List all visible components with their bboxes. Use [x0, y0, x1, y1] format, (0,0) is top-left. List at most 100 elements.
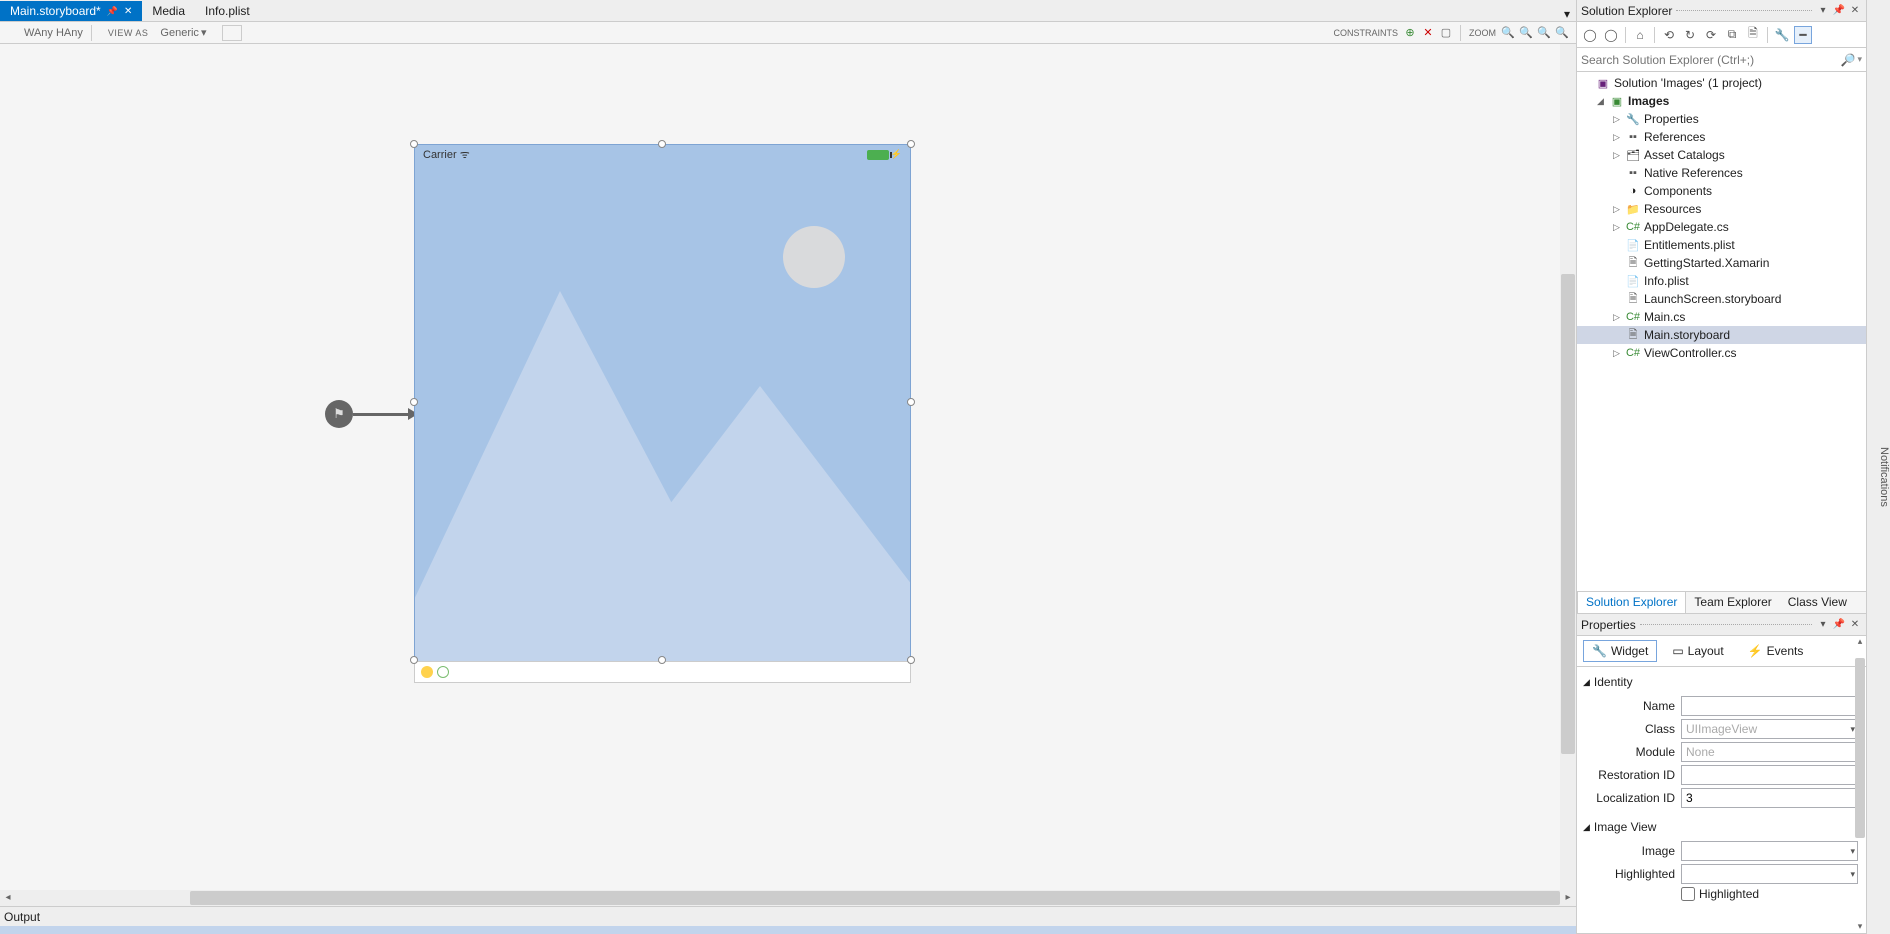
exit-icon[interactable]: [437, 666, 449, 678]
tab-layout[interactable]: ▭ Layout: [1663, 640, 1732, 662]
add-constraint-icon[interactable]: ⊕: [1402, 25, 1418, 41]
remove-constraint-icon[interactable]: ✕: [1420, 25, 1436, 41]
device-picker[interactable]: Generic ▾: [156, 25, 210, 40]
home-icon[interactable]: ⌂: [1631, 26, 1649, 44]
scrollbar-thumb[interactable]: [190, 891, 1560, 905]
search-icon[interactable]: 🔎: [1841, 53, 1856, 67]
scope-icon[interactable]: ⟲: [1660, 26, 1678, 44]
image-view[interactable]: [414, 164, 911, 661]
scene-dock[interactable]: [414, 661, 911, 683]
scroll-down-icon[interactable]: ▾: [1854, 921, 1866, 933]
expand-icon[interactable]: ▷: [1613, 204, 1625, 215]
close-icon[interactable]: ✕: [1848, 618, 1862, 632]
scrollbar-thumb[interactable]: [1561, 274, 1575, 754]
pin-icon[interactable]: 📌: [1832, 4, 1846, 18]
size-class-label[interactable]: WAny HAny: [24, 27, 83, 39]
restoration-id-input[interactable]: [1681, 765, 1858, 785]
resize-handle[interactable]: [410, 656, 418, 664]
output-panel-header[interactable]: Output: [0, 906, 1576, 926]
scroll-right-icon[interactable]: ▸: [1560, 890, 1576, 906]
tree-node-properties[interactable]: ▷🔧 Properties: [1577, 110, 1866, 128]
name-input[interactable]: [1681, 696, 1858, 716]
search-input[interactable]: [1581, 53, 1841, 67]
tree-node-native-references[interactable]: ▪▪ Native References: [1577, 164, 1866, 182]
expand-icon[interactable]: ▷: [1613, 222, 1625, 233]
tab-team-explorer[interactable]: Team Explorer: [1686, 592, 1779, 613]
tree-node-file[interactable]: 📄 Entitlements.plist: [1577, 236, 1866, 254]
resize-handle[interactable]: [410, 140, 418, 148]
tree-node-asset-catalogs[interactable]: ▷🗂 Asset Catalogs: [1577, 146, 1866, 164]
tab-media[interactable]: Media: [142, 1, 195, 21]
search-dropdown-icon[interactable]: ▾: [1857, 54, 1862, 65]
solution-search[interactable]: 🔎 ▾: [1577, 48, 1866, 72]
tab-events[interactable]: ⚡ Events: [1739, 640, 1813, 662]
notifications-tab[interactable]: Notifications: [1866, 0, 1890, 934]
module-combo[interactable]: None: [1681, 742, 1858, 762]
first-responder-icon[interactable]: [421, 666, 433, 678]
image-combo[interactable]: ▾: [1681, 841, 1858, 861]
resize-handle[interactable]: [907, 656, 915, 664]
tree-node-file[interactable]: ▷C# ViewController.cs: [1577, 344, 1866, 362]
vertical-scrollbar[interactable]: [1560, 44, 1576, 890]
section-imageview-header[interactable]: ◢ Image View: [1581, 816, 1858, 838]
back-icon[interactable]: ◯: [1581, 26, 1599, 44]
tab-overflow-icon[interactable]: ▾: [1558, 7, 1576, 21]
expand-icon[interactable]: ▷: [1613, 150, 1625, 161]
solution-tree[interactable]: ▣ Solution 'Images' (1 project) ◢▣ Image…: [1577, 72, 1866, 591]
panel-menu-icon[interactable]: ▾: [1816, 4, 1830, 18]
tree-node-file[interactable]: ▷C# Main.cs: [1577, 308, 1866, 326]
refresh-icon[interactable]: ⟳: [1702, 26, 1720, 44]
localization-id-input[interactable]: [1681, 788, 1858, 808]
view-controller-scene[interactable]: Carrier ᯤ ⚡: [414, 144, 911, 683]
pin-icon[interactable]: 📌: [107, 6, 118, 17]
expand-icon[interactable]: ▷: [1613, 114, 1625, 125]
close-icon[interactable]: ✕: [1848, 4, 1862, 18]
collapse-icon[interactable]: ⧉: [1723, 26, 1741, 44]
properties-body[interactable]: ◢ Identity Name Class UIImageView▾ Modul…: [1577, 667, 1866, 933]
scrollbar-thumb[interactable]: [1855, 658, 1865, 838]
properties-icon[interactable]: 🔧: [1773, 26, 1791, 44]
close-icon[interactable]: ✕: [124, 6, 132, 17]
preview-icon[interactable]: ━: [1794, 26, 1812, 44]
zoom-out-icon[interactable]: 🔍: [1518, 25, 1534, 41]
tree-node-references[interactable]: ▷▪▪ References: [1577, 128, 1866, 146]
sync-icon[interactable]: ↻: [1681, 26, 1699, 44]
entry-point-arrow[interactable]: ⚑: [325, 400, 418, 428]
expand-icon[interactable]: ▷: [1613, 348, 1625, 359]
zoom-fit-icon[interactable]: 🔍: [1500, 25, 1516, 41]
frame-constraint-icon[interactable]: ▢: [1438, 25, 1454, 41]
orientation-toggle[interactable]: [222, 25, 242, 41]
highlighted-combo[interactable]: ▾: [1681, 864, 1858, 884]
tab-info-plist[interactable]: Info.plist: [195, 1, 260, 21]
properties-scrollbar[interactable]: ▴ ▾: [1854, 636, 1866, 933]
horizontal-scrollbar[interactable]: ◂ ▸: [0, 890, 1576, 906]
section-identity-header[interactable]: ◢ Identity: [1581, 671, 1858, 693]
tree-node-file[interactable]: 🗎 Main.storyboard: [1577, 326, 1866, 344]
panel-menu-icon[interactable]: ▾: [1816, 618, 1830, 632]
resize-handle[interactable]: [658, 656, 666, 664]
class-combo[interactable]: UIImageView▾: [1681, 719, 1858, 739]
tree-node-file[interactable]: ▷C# AppDelegate.cs: [1577, 218, 1866, 236]
tab-widget[interactable]: 🔧 Widget: [1583, 640, 1657, 662]
highlighted-checkbox[interactable]: [1681, 887, 1695, 901]
tab-class-view[interactable]: Class View: [1780, 592, 1855, 613]
tree-node-file[interactable]: 🗎 GettingStarted.Xamarin: [1577, 254, 1866, 272]
zoom-in-icon[interactable]: 🔍: [1536, 25, 1552, 41]
tab-solution-explorer[interactable]: Solution Explorer: [1577, 591, 1686, 613]
tree-node-file[interactable]: 🗎 LaunchScreen.storyboard: [1577, 290, 1866, 308]
tree-node-file[interactable]: 📄 Info.plist: [1577, 272, 1866, 290]
resize-handle[interactable]: [410, 398, 418, 406]
tree-node-project[interactable]: ◢▣ Images: [1577, 92, 1866, 110]
designer-canvas[interactable]: ⚑ Carrier ᯤ ⚡: [0, 44, 1576, 906]
tab-main-storyboard[interactable]: Main.storyboard* 📌 ✕: [0, 1, 142, 21]
forward-icon[interactable]: ◯: [1602, 26, 1620, 44]
expand-icon[interactable]: ▷: [1613, 312, 1625, 323]
tree-node-solution[interactable]: ▣ Solution 'Images' (1 project): [1577, 74, 1866, 92]
scroll-up-icon[interactable]: ▴: [1854, 636, 1866, 648]
zoom-actual-icon[interactable]: 🔍: [1554, 25, 1570, 41]
collapse-icon[interactable]: ◢: [1597, 96, 1609, 107]
pin-icon[interactable]: 📌: [1832, 618, 1846, 632]
scroll-left-icon[interactable]: ◂: [0, 890, 16, 906]
expand-icon[interactable]: ▷: [1613, 132, 1625, 143]
show-all-icon[interactable]: 🗎: [1744, 26, 1762, 44]
